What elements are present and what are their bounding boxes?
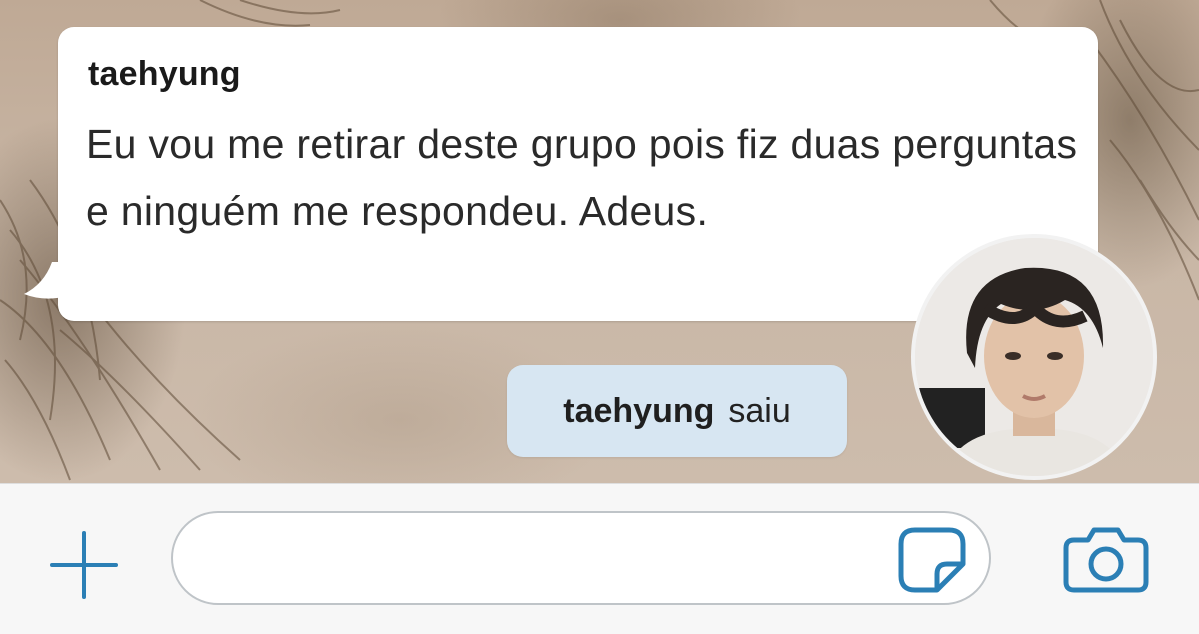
profile-photo-icon (915, 238, 1153, 476)
message-input[interactable] (171, 511, 991, 605)
member-left-notice: taehyung saiu (507, 365, 847, 457)
message-text: Eu vou me retirar deste grupo pois fiz d… (86, 121, 1078, 234)
message-sender-name[interactable]: taehyung (88, 55, 241, 94)
left-action-text: saiu (728, 391, 791, 430)
bubble-tail (24, 262, 68, 299)
plus-icon[interactable] (46, 527, 122, 603)
left-member-name: taehyung (563, 391, 715, 430)
camera-icon[interactable] (1060, 524, 1152, 596)
profile-avatar (911, 234, 1157, 480)
sticker-icon[interactable] (893, 524, 971, 596)
